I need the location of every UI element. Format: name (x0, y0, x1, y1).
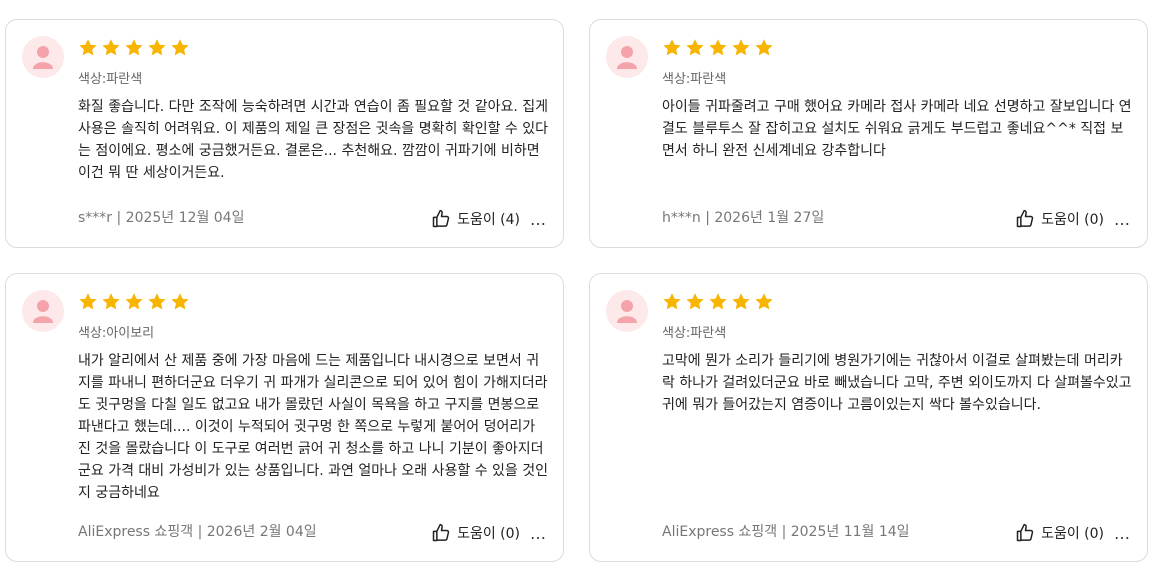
avatar (606, 290, 648, 332)
rating-stars (662, 38, 774, 58)
variant-label: 색상:파란색 (78, 72, 143, 87)
thumbs-up-icon (432, 209, 450, 228)
star-icon (102, 39, 120, 56)
rating-stars (78, 292, 190, 312)
helpful-count: 도움이 (0) (1041, 526, 1104, 542)
user-icon (33, 46, 53, 69)
star-icon (732, 39, 750, 56)
star-icon (148, 39, 166, 56)
helpful-count: 도움이 (0) (457, 526, 520, 542)
reviewer-meta: h***n | 2026년 1월 27일 (662, 210, 825, 226)
avatar (22, 290, 64, 332)
star-icon (148, 293, 166, 310)
reviewer-meta: s***r | 2025년 12월 04일 (78, 210, 245, 226)
thumbs-up-icon (1016, 209, 1034, 228)
avatar (22, 36, 64, 78)
thumbs-up-icon (432, 523, 450, 542)
star-icon (171, 293, 189, 310)
review-card: 색상:아이보리 내가 알리에서 산 제품 중에 가장 마음에 드는 제품입니다 … (5, 273, 564, 562)
star-icon (102, 293, 120, 310)
review-text: 내가 알리에서 산 제품 중에 가장 마음에 드는 제품입니다 내시경으로 보면… (78, 353, 549, 501)
user-icon (617, 300, 637, 323)
variant-label: 색상:아이보리 (78, 326, 155, 341)
avatar (606, 36, 648, 78)
star-icon (125, 293, 143, 310)
helpful-count: 도움이 (4) (457, 212, 520, 228)
variant-label: 색상:파란색 (662, 326, 727, 341)
review-text: 화질 좋습니다. 다만 조작에 능숙하려면 시간과 연습이 좀 필요할 것 같아… (78, 99, 549, 181)
review-card: 색상:파란색 고막에 뭔가 소리가 들리기에 병원가기에는 귀찮아서 이걸로 살… (589, 273, 1148, 562)
helpful-button[interactable]: 도움이 (0) … (1015, 523, 1131, 543)
review-text: 고막에 뭔가 소리가 들리기에 병원가기에는 귀찮아서 이걸로 살펴봤는데 머리… (662, 353, 1132, 413)
more-options-icon[interactable]: … (530, 210, 547, 229)
helpful-count: 도움이 (0) (1041, 212, 1104, 228)
star-icon (709, 293, 727, 310)
reviewer-meta: AliExpress 쇼핑객 | 2026년 2월 04일 (78, 524, 317, 540)
variant-label: 색상:파란색 (662, 72, 727, 87)
star-icon (125, 39, 143, 56)
star-icon (686, 39, 704, 56)
review-text: 아이들 귀파줄려고 구매 했어요 카메라 접사 카메라 네요 선명하고 잘보입니… (662, 99, 1132, 159)
thumbs-up-icon (1016, 523, 1034, 542)
star-icon (686, 293, 704, 310)
review-card: 색상:파란색 아이들 귀파줄려고 구매 했어요 카메라 접사 카메라 네요 선명… (589, 19, 1148, 248)
helpful-button[interactable]: 도움이 (4) … (431, 209, 547, 229)
star-icon (171, 39, 189, 56)
helpful-button[interactable]: 도움이 (0) … (431, 523, 547, 543)
star-icon (79, 39, 97, 56)
user-icon (617, 46, 637, 69)
star-icon (732, 293, 750, 310)
user-icon (33, 300, 53, 323)
more-options-icon[interactable]: … (1114, 524, 1131, 543)
rating-stars (78, 38, 190, 58)
star-icon (755, 39, 773, 56)
star-icon (755, 293, 773, 310)
more-options-icon[interactable]: … (1114, 210, 1131, 229)
more-options-icon[interactable]: … (530, 524, 547, 543)
rating-stars (662, 292, 774, 312)
star-icon (663, 293, 681, 310)
star-icon (709, 39, 727, 56)
star-icon (663, 39, 681, 56)
star-icon (79, 293, 97, 310)
review-card: 색상:파란색 화질 좋습니다. 다만 조작에 능숙하려면 시간과 연습이 좀 필… (5, 19, 564, 248)
reviewer-meta: AliExpress 쇼핑객 | 2025년 11월 14일 (662, 524, 910, 540)
helpful-button[interactable]: 도움이 (0) … (1015, 209, 1131, 229)
